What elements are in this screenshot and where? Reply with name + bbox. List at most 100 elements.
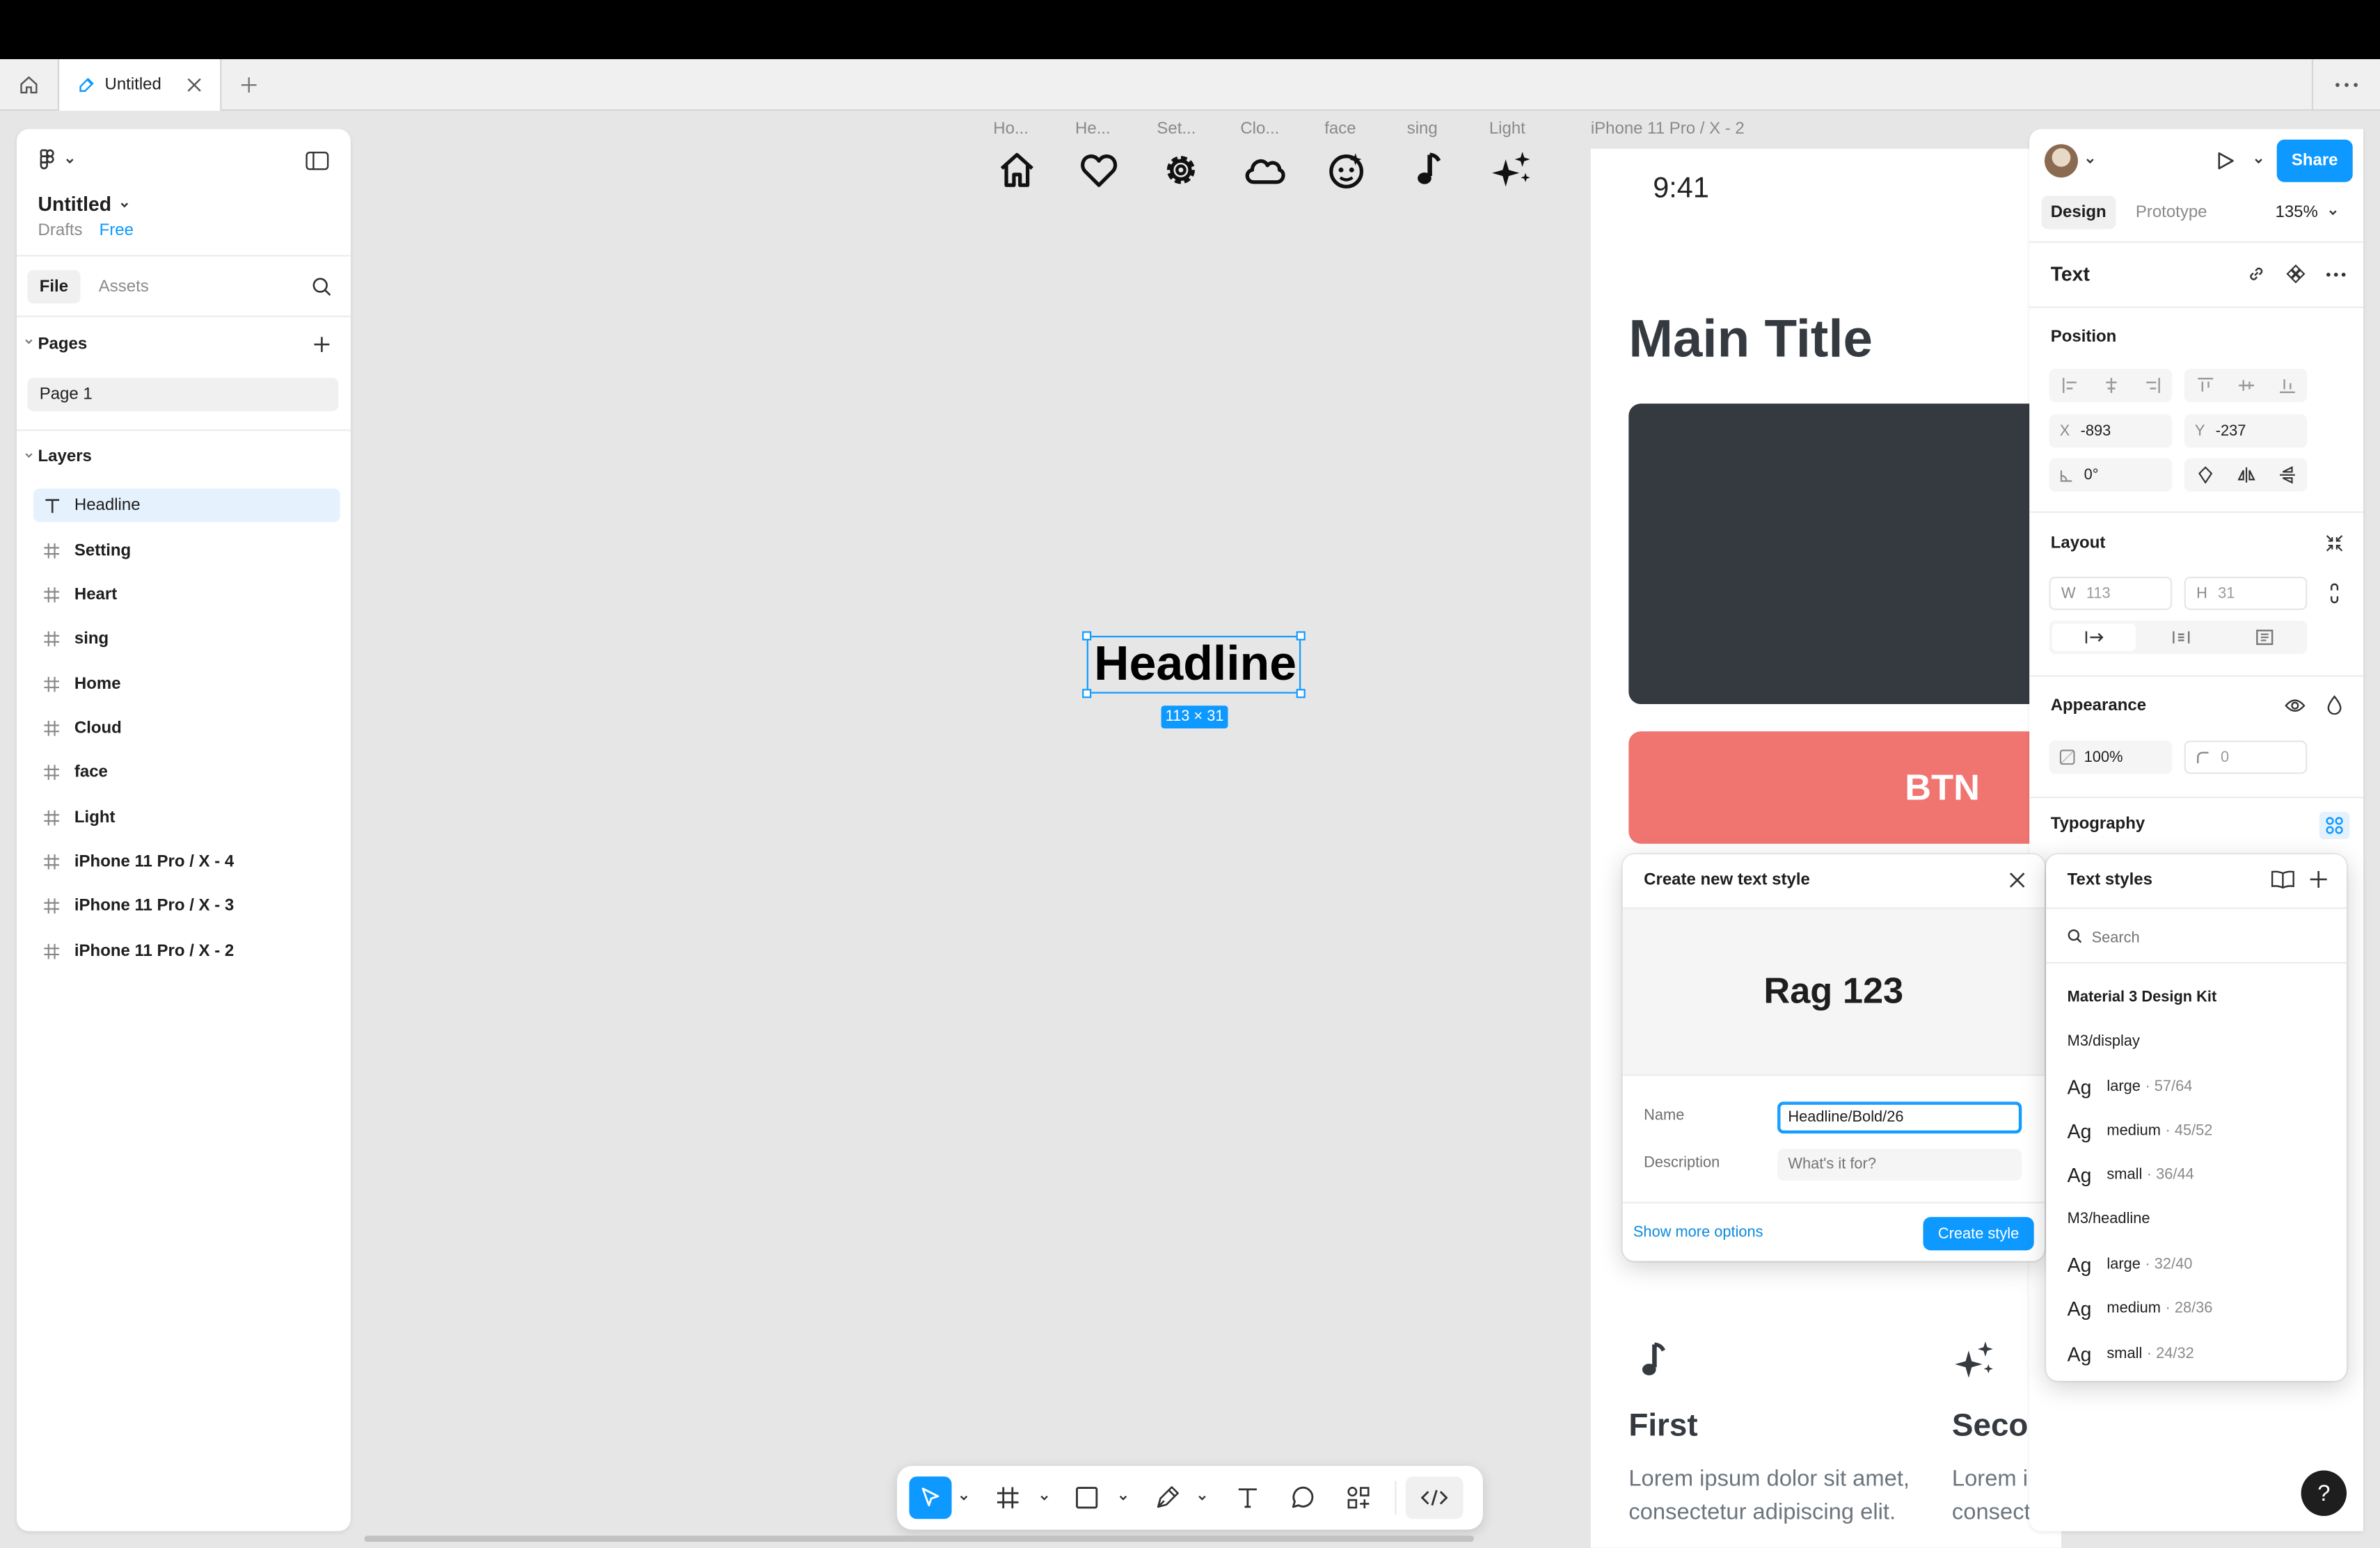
auto-height-icon[interactable] [2139,621,2223,654]
file-title-menu[interactable]: Untitled [38,193,132,216]
actions-button[interactable] [1342,1476,1375,1519]
auto-width-icon[interactable] [2052,623,2136,651]
horizontal-scrollbar[interactable] [364,1535,1474,1542]
main-menu-button[interactable] [38,149,77,173]
primary-button[interactable]: BTN [1628,731,2061,844]
layer-home[interactable]: Home [33,668,340,701]
resize-handle[interactable] [1082,689,1092,699]
more-options-button[interactable] [2325,271,2347,278]
zoom-dropdown[interactable]: 135% [2275,196,2339,229]
toggle-sidebar-button[interactable] [305,150,329,172]
present-button[interactable] [2214,150,2236,172]
add-style-button[interactable] [2308,870,2328,889]
more-menu-button[interactable] [2311,59,2380,111]
style-item[interactable]: Ag small · 24/32 [2068,1337,2326,1371]
style-item[interactable]: Ag large · 32/40 [2068,1247,2326,1281]
chevron-down-icon[interactable] [2253,154,2264,166]
search-button[interactable] [311,276,333,298]
move-tool-button[interactable] [909,1476,952,1519]
home-icon[interactable] [996,149,1038,191]
avatar[interactable] [2044,144,2078,178]
constrain-proportions-button[interactable] [2327,583,2342,605]
frame-label[interactable]: iPhone 11 Pro / X - 2 [1591,120,1745,138]
library-button[interactable] [2271,870,2295,889]
layer-iphone-4[interactable]: iPhone 11 Pro / X - 4 [33,845,340,879]
height-field[interactable]: H 31 [2184,576,2308,610]
fixed-size-icon[interactable] [2223,621,2308,654]
align-right-icon[interactable] [2131,369,2172,402]
x-field[interactable]: X -893 [2049,414,2173,448]
blend-mode-button[interactable] [2327,695,2342,715]
card1-text[interactable]: Lorem ipsum dolor sit amet, consectetur … [1628,1463,1939,1530]
layer-light[interactable]: Light [33,801,340,835]
resize-handle[interactable] [1296,689,1306,699]
comment-tool-button[interactable] [1285,1476,1319,1519]
resize-handle[interactable] [1082,631,1092,641]
align-left-icon[interactable] [2049,369,2091,402]
align-bottom-icon[interactable] [2266,369,2307,402]
selection-box[interactable]: Headline [1082,631,1306,699]
align-top-icon[interactable] [2184,369,2226,402]
pen-tool-button[interactable] [1150,1476,1184,1519]
layer-iphone-3[interactable]: iPhone 11 Pro / X - 3 [33,889,340,923]
rotation-field[interactable]: 0° [2049,458,2173,492]
sparkle-icon[interactable] [1489,149,1532,191]
tab-untitled[interactable]: Untitled [57,59,222,111]
style-item[interactable]: Ag small · 36/44 [2068,1158,2326,1191]
chevron-down-icon[interactable] [958,1492,969,1503]
face-icon[interactable] [1325,149,1367,191]
pages-collapse-icon[interactable] [23,335,35,347]
add-page-button[interactable] [311,334,333,356]
new-tab-button[interactable] [237,73,261,97]
close-tab-icon[interactable] [187,77,202,93]
align-center-h-icon[interactable] [2090,369,2131,402]
layer-cloud[interactable]: Cloud [33,712,340,745]
headline-text[interactable]: Headline [1088,635,1303,692]
help-button[interactable]: ? [2301,1470,2347,1516]
tab-assets[interactable]: Assets [99,270,149,303]
rotate-icon[interactable] [2184,458,2226,492]
opacity-field[interactable]: 100% [2049,740,2173,774]
page-item-page-1[interactable]: Page 1 [27,378,339,412]
frame-tool-button[interactable] [991,1476,1024,1519]
chevron-down-icon[interactable] [1196,1492,1208,1503]
style-search-input[interactable] [2088,923,2338,953]
iphone-frame[interactable]: 9:41 Main Title BTN First Lorem ipsum do… [1590,148,2061,1548]
style-item[interactable]: Ag medium · 28/36 [2068,1291,2326,1325]
style-description-input[interactable] [1777,1149,2022,1181]
music-note-icon[interactable] [1407,149,1450,191]
tab-file[interactable]: File [27,270,81,304]
link-button[interactable] [2246,264,2266,284]
auto-layout-button[interactable] [2325,534,2343,552]
shape-tool-button[interactable] [1070,1476,1104,1519]
style-item[interactable]: Ag large · 57/64 [2068,1070,2326,1103]
heart-icon[interactable] [1078,149,1120,191]
drafts-link[interactable]: Drafts [38,221,83,239]
chevron-down-icon[interactable] [2084,154,2096,166]
layer-sing[interactable]: sing [33,622,340,655]
resize-handle[interactable] [1296,631,1306,641]
tab-prototype[interactable]: Prototype [2136,196,2207,229]
y-field[interactable]: Y -237 [2184,414,2308,448]
layer-setting[interactable]: Setting [33,534,340,568]
style-item[interactable]: Ag medium · 45/52 [2068,1114,2326,1147]
create-style-button[interactable]: Create style [1923,1217,2034,1251]
dev-mode-toggle[interactable] [1405,1476,1463,1519]
card2-title[interactable]: Secor [1952,1408,2040,1444]
layer-heart[interactable]: Heart [33,578,340,612]
text-styles-button[interactable] [2319,811,2350,840]
corner-radius-field[interactable]: 0 [2184,740,2308,774]
flip-horizontal-icon[interactable] [2226,458,2267,492]
layers-collapse-icon[interactable] [23,449,35,461]
share-button[interactable]: Share [2276,139,2353,182]
style-name-input[interactable] [1777,1101,2022,1134]
component-button[interactable] [2286,264,2306,284]
layer-iphone-2[interactable]: iPhone 11 Pro / X - 2 [33,935,340,968]
text-tool-button[interactable] [1231,1476,1264,1519]
image-placeholder[interactable] [1628,404,2061,705]
show-more-options-link[interactable]: Show more options [1633,1224,1763,1241]
chevron-down-icon[interactable] [1117,1492,1129,1503]
gear-icon[interactable] [1159,149,1202,191]
chevron-down-icon[interactable] [1038,1492,1050,1503]
home-tab[interactable] [0,59,56,111]
